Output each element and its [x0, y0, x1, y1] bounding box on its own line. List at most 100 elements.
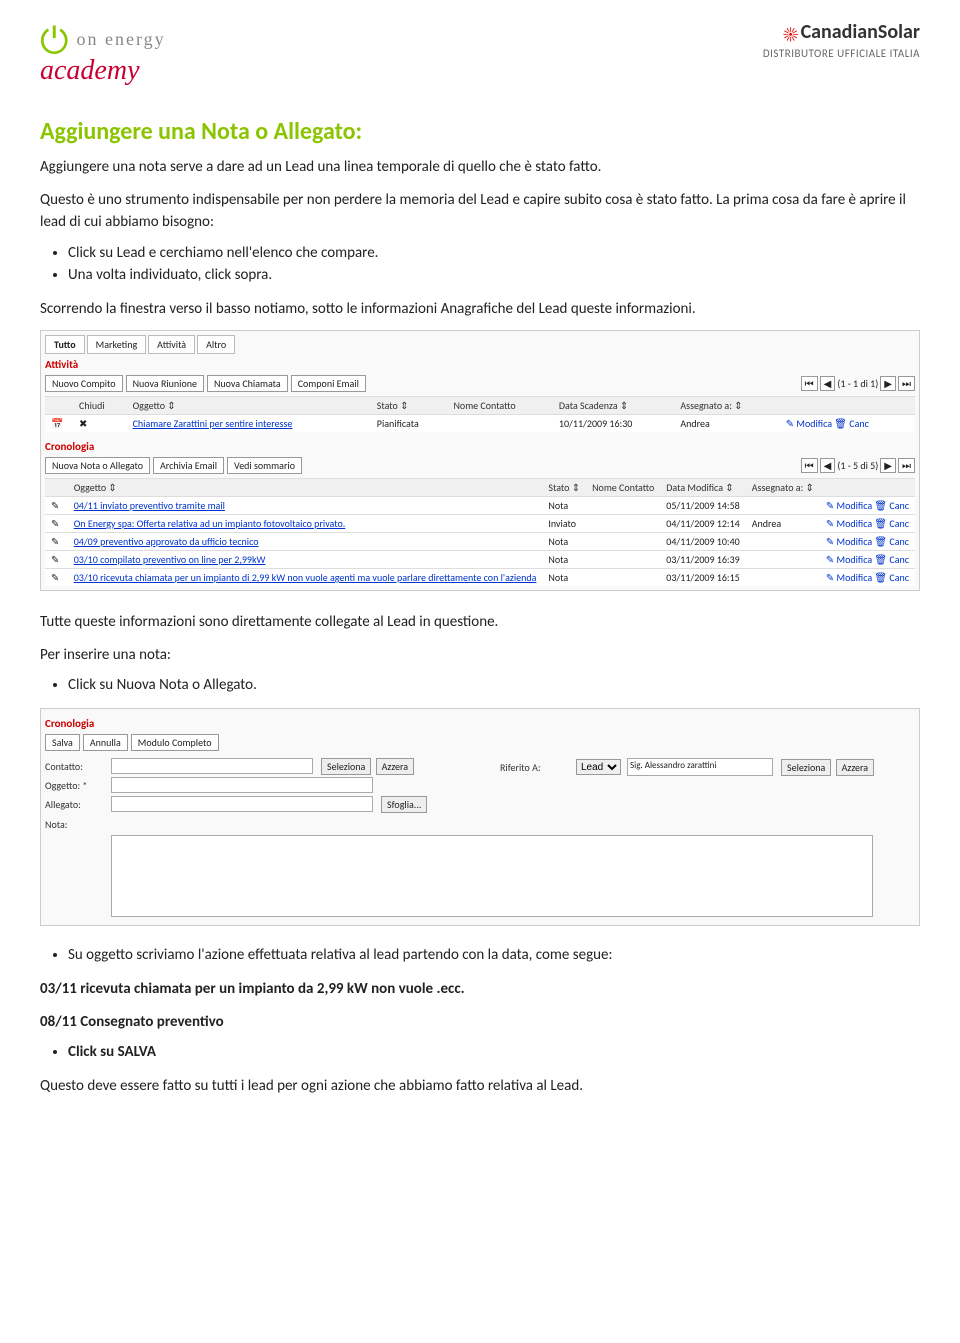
cs-brand-name: CanadianSolar — [801, 20, 920, 44]
row-oggetto[interactable]: 04/11 inviato preventivo tramite mail — [68, 497, 543, 515]
pager-prev-icon[interactable]: ◀ — [820, 458, 836, 473]
seleziona-button[interactable]: Seleziona — [781, 759, 831, 776]
pager-first-icon[interactable]: ⏮ — [801, 376, 818, 391]
pager-last-icon[interactable]: ⏭ — [898, 458, 915, 473]
th-oggetto[interactable]: Oggetto ⇕ — [127, 397, 371, 415]
row-oggetto[interactable]: 03/10 compilato preventivo on line per 2… — [68, 551, 543, 569]
annulla-button[interactable]: Annulla — [83, 734, 128, 751]
oggetto-input[interactable] — [111, 777, 373, 793]
close-icon[interactable]: ✖ — [73, 415, 127, 433]
componi-email-button[interactable]: Componi Email — [291, 375, 366, 392]
delete-icon[interactable]: 🗑 — [834, 417, 847, 430]
modulo-completo-button[interactable]: Modulo Completo — [131, 734, 219, 751]
allegato-input[interactable] — [111, 796, 373, 812]
table-row: ✎03/10 compilato preventivo on line per … — [45, 551, 915, 569]
riferito-select[interactable]: Lead — [576, 759, 621, 775]
row-contatto — [586, 515, 660, 533]
paragraph-8: Questo deve essere fatto su tutti i lead… — [40, 1075, 920, 1098]
edit-icon[interactable]: ✎ — [826, 553, 834, 566]
row-assegnato: Andrea — [674, 415, 779, 433]
delete-icon[interactable]: 🗑 — [874, 517, 887, 530]
cs-subtitle: DISTRIBUTORE UFFICIALE ITALIA — [763, 47, 920, 60]
table-row: ✎ 04/09 preventivo approvato da ufficio t… — [45, 533, 915, 551]
edit-icon[interactable]: ✎ — [826, 499, 834, 512]
th-scadenza[interactable]: Data Scadenza ⇕ — [553, 397, 675, 415]
row-data: 03/11/2009 16:15 — [660, 569, 745, 587]
pager-next-icon[interactable]: ▶ — [880, 458, 896, 473]
tab-marketing[interactable]: Marketing — [87, 335, 147, 354]
delete-icon[interactable]: 🗑 — [874, 553, 887, 566]
th-stato[interactable]: Stato ⇕ — [542, 479, 586, 497]
bullet-item: Click su Nuova Nota o Allegato. — [68, 676, 920, 694]
calendar-icon: 📅 — [45, 415, 73, 433]
delete-icon[interactable]: 🗑 — [874, 499, 887, 512]
contatto-label: Contatto: — [45, 760, 105, 773]
salva-button[interactable]: Salva — [45, 734, 80, 751]
row-assegnato — [746, 569, 820, 587]
pager-last-icon[interactable]: ⏭ — [898, 376, 915, 391]
paragraph-4: Tutte queste informazioni sono direttame… — [40, 611, 920, 634]
logo-text-top: on energy — [76, 29, 165, 49]
sfoglia-button[interactable]: Sfoglia... — [381, 796, 427, 813]
sun-icon: ☀ — [783, 23, 798, 47]
row-oggetto[interactable]: On Energy spa: Offerta relativa ad un im… — [68, 515, 543, 533]
section-cronologia-2: Cronologia — [45, 717, 915, 730]
nuovo-compito-button[interactable]: Nuovo Compito — [45, 375, 123, 392]
th-modifica[interactable]: Data Modifica ⇕ — [660, 479, 745, 497]
page-header: ⏻ on energy academy ☀ CanadianSolar DIST… — [40, 20, 920, 87]
archivia-email-button[interactable]: Archivia Email — [153, 457, 224, 474]
th-assegnato[interactable]: Assegnato a: ⇕ — [746, 479, 820, 497]
azzera-button[interactable]: Azzera — [376, 758, 415, 775]
tab-altro[interactable]: Altro — [197, 335, 235, 354]
bullet-list-3: Su oggetto scriviamo l'azione effettuata… — [40, 946, 920, 964]
seleziona-button[interactable]: Seleziona — [321, 758, 371, 775]
row-actions: ✎ Modifica 🗑 Canc — [820, 569, 915, 587]
tab-attivita[interactable]: Attività — [148, 335, 195, 354]
pager-first-icon[interactable]: ⏮ — [801, 458, 818, 473]
example-line-2: 08/11 Consegnato preventivo — [40, 1011, 920, 1034]
delete-icon[interactable]: 🗑 — [874, 535, 887, 548]
row-actions: ✎ Modifica 🗑 Canc — [820, 551, 915, 569]
azzera-button[interactable]: Azzera — [836, 759, 875, 776]
table-row: ✎ On Energy spa: Offerta relativa ad un i… — [45, 515, 915, 533]
th-stato[interactable]: Stato ⇕ — [371, 397, 448, 415]
nuova-nota-button[interactable]: Nuova Nota o Allegato — [45, 457, 150, 474]
tab-tutto[interactable]: Tutto — [45, 335, 85, 354]
row-oggetto[interactable]: 04/09 preventivo approvato da ufficio te… — [68, 533, 543, 551]
note-form-toolbar: Salva Annulla Modulo Completo — [45, 734, 915, 751]
vedi-sommario-button[interactable]: Vedi sommario — [227, 457, 302, 474]
cronologia-toolbar: Nuova Nota o Allegato Archivia Email Ved… — [45, 457, 915, 474]
edit-icon[interactable]: ✎ — [826, 517, 834, 530]
pager-text: (1 - 1 di 1) — [837, 377, 878, 390]
table-row: ✎ 03/10 ricevuta chiamata per un impianto… — [45, 569, 915, 587]
riferito-name[interactable]: Sig. Alessandro zarattini — [627, 758, 773, 776]
th-contatto[interactable]: Nome Contatto — [586, 479, 660, 497]
nota-label: Nota: — [45, 818, 105, 831]
crm-screenshot-1: Tutto Marketing Attività Altro Attività … — [40, 330, 920, 591]
edit-icon[interactable]: ✎ — [826, 535, 834, 548]
th-contatto[interactable]: Nome Contatto — [447, 397, 552, 415]
nuova-chiamata-button[interactable]: Nuova Chiamata — [207, 375, 288, 392]
delete-icon[interactable]: 🗑 — [874, 571, 887, 584]
edit-icon[interactable]: ✎ — [786, 417, 794, 430]
th-assegnato[interactable]: Assegnato a: ⇕ — [674, 397, 779, 415]
row-oggetto[interactable]: Chiamare Zarattini per sentire interesse — [127, 415, 371, 433]
crm-tabs: Tutto Marketing Attività Altro — [45, 335, 915, 354]
row-stato: Nota — [542, 569, 586, 587]
bullet-item: Click su SALVA — [68, 1043, 920, 1061]
th-oggetto[interactable]: Oggetto ⇕ — [68, 479, 543, 497]
pager-prev-icon[interactable]: ◀ — [820, 376, 836, 391]
pager-next-icon[interactable]: ▶ — [880, 376, 896, 391]
row-oggetto[interactable]: 03/10 ricevuta chiamata per un impianto … — [68, 569, 543, 587]
row-data: 10/11/2009 16:30 — [553, 415, 675, 433]
section-title: Aggiungere una Nota o Allegato: — [40, 117, 920, 146]
nuova-riunione-button[interactable]: Nuova Riunione — [126, 375, 204, 392]
nota-textarea[interactable] — [111, 835, 873, 917]
contatto-input[interactable] — [111, 758, 313, 774]
allegato-label: Allegato: — [45, 798, 105, 811]
edit-icon[interactable]: ✎ — [826, 571, 834, 584]
note-icon: ✎ — [45, 551, 68, 569]
paragraph-3: Scorrendo la finestra verso il basso not… — [40, 298, 920, 321]
row-contatto — [586, 551, 660, 569]
pager-text: (1 - 5 di 5) — [837, 459, 878, 472]
